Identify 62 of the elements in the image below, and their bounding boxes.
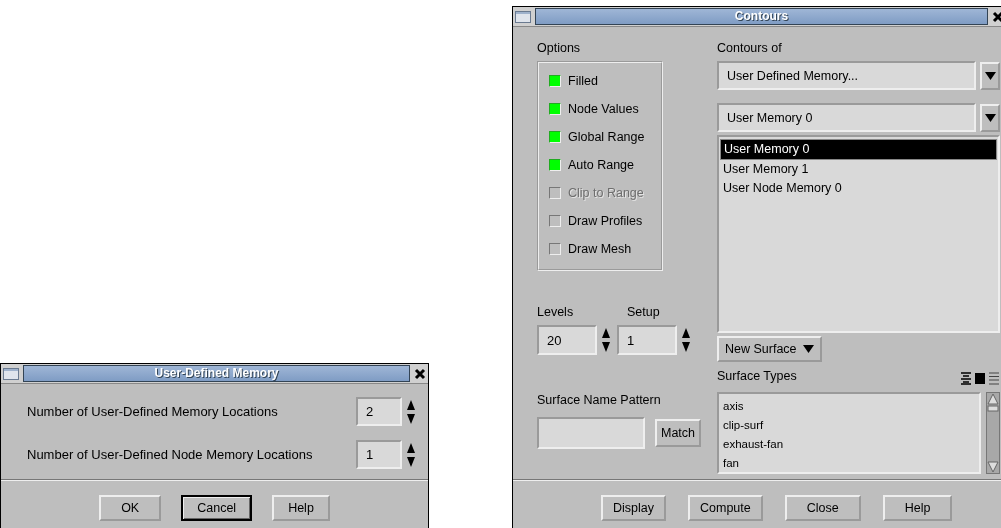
input-field[interactable]	[537, 417, 645, 449]
list-item[interactable]: fan	[723, 454, 975, 473]
checkbox[interactable]	[549, 131, 561, 143]
dialog-button[interactable]: Compute	[688, 495, 763, 521]
dropdown-field[interactable]: User Defined Memory...	[717, 61, 976, 90]
list-item[interactable]: exhaust-fan	[723, 435, 975, 454]
checkbox-label[interactable]: Filled	[568, 74, 598, 88]
lines-icon[interactable]	[960, 371, 972, 385]
dialog-button[interactable]: Help	[272, 495, 330, 521]
new-surface-button[interactable]: New Surface	[717, 336, 822, 362]
filled-square-icon[interactable]	[974, 371, 986, 385]
dropdown-button[interactable]	[980, 61, 1000, 90]
spinner-arrows-icon[interactable]	[406, 398, 416, 425]
close-icon[interactable]	[992, 10, 1001, 23]
close-icon[interactable]	[414, 367, 426, 380]
checkbox-label[interactable]: Global Range	[568, 130, 645, 144]
dropdown-button[interactable]	[980, 103, 1000, 132]
caret-icon	[984, 71, 996, 80]
dropdown-option[interactable]: User Memory 0	[720, 139, 997, 160]
caret-icon	[802, 345, 814, 353]
checkbox-label[interactable]: Auto Range	[568, 158, 635, 172]
caret-icon	[984, 113, 996, 122]
window-menu-icon[interactable]	[3, 367, 19, 380]
checkbox[interactable]	[549, 103, 561, 115]
field-label: Surface Name Pattern	[537, 393, 662, 409]
dropdown-option[interactable]: User Memory 1	[720, 160, 997, 179]
checkbox-label[interactable]: Draw Mesh	[568, 242, 632, 256]
spinner-arrows-icon[interactable]	[681, 327, 691, 353]
number-field[interactable]: 2	[356, 397, 402, 426]
number-field[interactable]: 1	[617, 325, 677, 355]
scrollbar[interactable]	[986, 392, 1000, 474]
checkbox[interactable]	[549, 159, 561, 171]
dialog-button[interactable]: Close	[784, 495, 861, 521]
lines-icon[interactable]	[988, 371, 1000, 385]
section-label: Surface Types	[717, 369, 797, 385]
checkbox[interactable]	[549, 215, 561, 227]
window-menu-icon[interactable]	[515, 10, 531, 23]
section-label: Contours of	[717, 41, 783, 57]
match-button[interactable]: Match	[655, 419, 702, 447]
number-field[interactable]: 20	[537, 325, 597, 355]
number-field[interactable]: 1	[356, 440, 402, 469]
section-label: Options	[537, 41, 582, 57]
field-label: Number of User-Defined Memory Locations	[27, 404, 278, 419]
checkbox-label[interactable]: Node Values	[568, 102, 639, 116]
field-label: Number of User-Defined Node Memory Locations	[27, 447, 313, 462]
list-item[interactable]: axis	[723, 397, 975, 416]
spinner-arrows-icon[interactable]	[406, 441, 416, 468]
window-title: Contours	[535, 8, 988, 25]
dropdown-option[interactable]: User Node Memory 0	[720, 179, 997, 198]
dialog-button[interactable]: Cancel	[181, 495, 253, 521]
dialog-button[interactable]: OK	[99, 495, 162, 521]
window-title: User-Defined Memory	[23, 365, 410, 382]
dialog-button[interactable]: Help	[882, 495, 953, 521]
field-label: Levels	[537, 305, 575, 321]
spinner-arrows-icon[interactable]	[601, 327, 611, 353]
checkbox-label[interactable]: Draw Profiles	[568, 214, 643, 228]
list-item[interactable]: clip-surf	[723, 416, 975, 435]
checkbox[interactable]	[549, 243, 561, 255]
dropdown-field[interactable]: User Memory 0	[717, 103, 976, 132]
field-label: Setup	[627, 305, 660, 321]
checkbox[interactable]	[549, 75, 561, 87]
dialog-button[interactable]: Display	[601, 495, 666, 521]
